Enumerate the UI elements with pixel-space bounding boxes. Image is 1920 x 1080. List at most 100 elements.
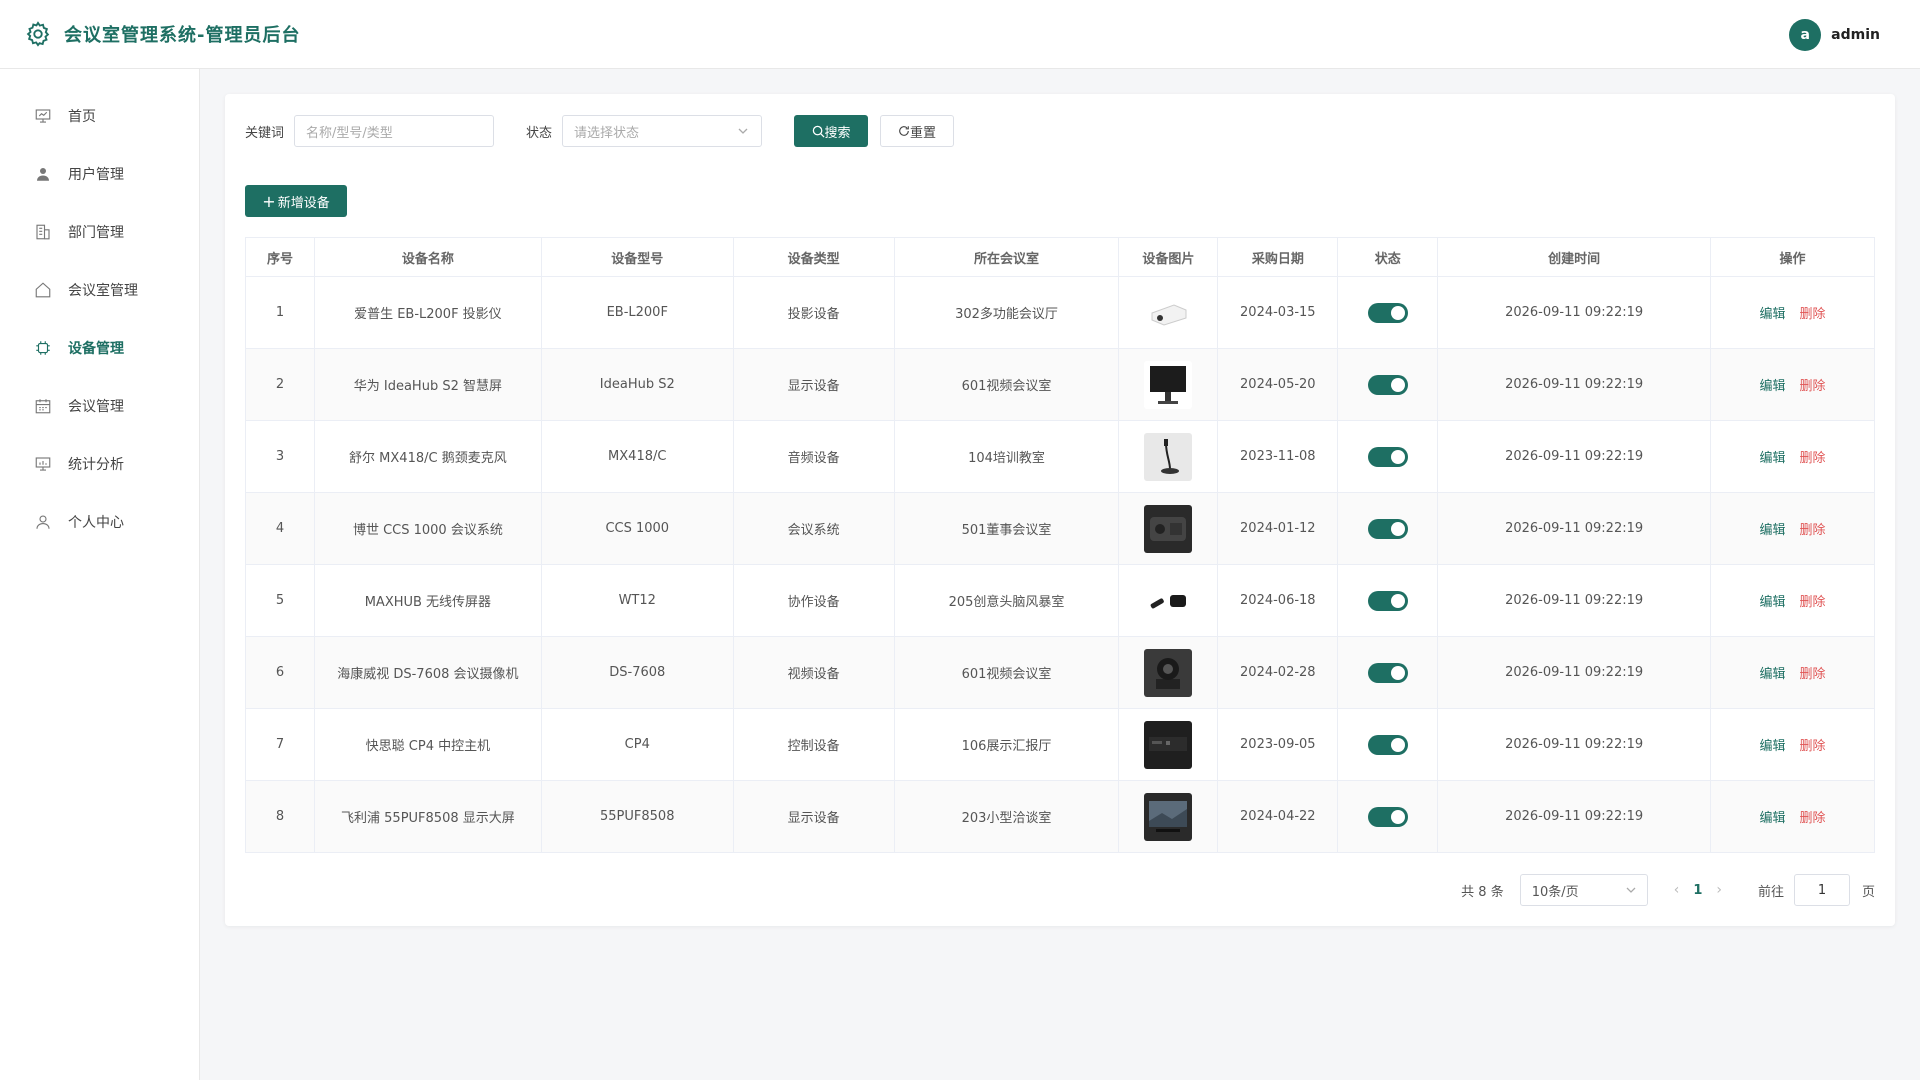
user-menu[interactable]: a admin: [1789, 0, 1880, 69]
cell-purchase-date: 2024-05-20: [1217, 348, 1339, 421]
pagination: 共 8 条 10条/页 ‹ 1 › 前往 1 页: [1461, 874, 1875, 906]
status-toggle[interactable]: [1367, 518, 1408, 539]
table-header-row: 序号 设备名称 设备型号 设备类型 所在会议室 设备图片 采购日期 状态 创建时…: [245, 237, 1875, 277]
cell-actions: 编辑 删除: [1710, 780, 1875, 853]
cell-room: 203小型洽谈室: [893, 780, 1120, 853]
cell-type: 显示设备: [732, 348, 895, 421]
sidebar-item-rooms[interactable]: 会议室管理: [0, 261, 199, 319]
chevron-down-icon: [738, 128, 748, 134]
cell-index: 2: [245, 348, 315, 421]
delete-button[interactable]: 删除: [1800, 811, 1826, 826]
cell-status: [1337, 348, 1439, 421]
table-row: 4 博世 CCS 1000 会议系统 CCS 1000 会议系统 501董事会议室 202…: [245, 492, 1875, 565]
sidebar-item-label: 个人中心: [68, 515, 124, 531]
cell-created-time: 2026-09-11 09:22:19: [1437, 780, 1712, 853]
cell-device-name: 快思聪 CP4 中控主机: [313, 708, 542, 781]
cell-actions: 编辑 删除: [1710, 564, 1875, 637]
delete-button[interactable]: 删除: [1800, 739, 1826, 754]
edit-button[interactable]: 编辑: [1760, 379, 1786, 394]
cell-model: DS-7608: [540, 636, 734, 709]
cell-image: [1118, 420, 1219, 493]
goto-page-input[interactable]: 1: [1793, 874, 1850, 906]
page-size-select[interactable]: 10条/页: [1519, 874, 1648, 906]
delete-button[interactable]: 删除: [1800, 307, 1826, 322]
user-icon: [37, 168, 49, 181]
edit-button[interactable]: 编辑: [1760, 451, 1786, 466]
chevron-down-icon: [1626, 887, 1636, 893]
sidebar-item-stats[interactable]: 统计分析: [0, 435, 199, 493]
edit-button[interactable]: 编辑: [1760, 667, 1786, 682]
search-button[interactable]: 搜索: [794, 115, 869, 147]
device-thumbnail[interactable]: [1144, 648, 1193, 697]
avatar[interactable]: a: [1789, 18, 1822, 51]
cell-actions: 编辑 删除: [1710, 348, 1875, 421]
add-device-label: 新增设备: [277, 195, 330, 211]
cell-device-name: 飞利浦 55PUF8508 显示大屏: [313, 780, 542, 853]
status-toggle[interactable]: [1367, 446, 1408, 467]
delete-button[interactable]: 删除: [1800, 523, 1826, 538]
page-number-current[interactable]: 1: [1693, 883, 1702, 898]
table-row: 3 舒尔 MX418/C 鹅颈麦克风 MX418/C 音频设备 104培训教室 2023-…: [245, 420, 1875, 493]
edit-button[interactable]: 编辑: [1760, 523, 1786, 538]
device-list-card: 关键词 名称/型号/类型 状态 请选择状态 搜索 重置 + 新增设备 序号 设备…: [225, 94, 1895, 926]
reset-button[interactable]: 重置: [880, 115, 955, 147]
status-toggle[interactable]: [1367, 374, 1408, 395]
cell-actions: 编辑 删除: [1710, 492, 1875, 565]
cell-purchase-date: 2024-06-18: [1217, 564, 1339, 637]
cell-room: 302多功能会议厅: [893, 276, 1120, 349]
column-header: 采购日期: [1217, 237, 1339, 277]
status-toggle[interactable]: [1367, 734, 1408, 755]
status-toggle[interactable]: [1367, 302, 1408, 323]
gear-icon: [26, 21, 50, 47]
device-thumbnail[interactable]: [1144, 720, 1193, 769]
keyword-input[interactable]: 名称/型号/类型: [294, 115, 495, 147]
device-thumbnail[interactable]: [1144, 504, 1193, 553]
sidebar-item-label: 统计分析: [68, 457, 124, 473]
sidebar-item-users[interactable]: 用户管理: [0, 145, 199, 203]
status-select-placeholder: 请选择状态: [574, 125, 640, 141]
add-device-button[interactable]: + 新增设备: [245, 185, 347, 217]
sidebar-item-profile[interactable]: 个人中心: [0, 493, 199, 551]
edit-button[interactable]: 编辑: [1760, 595, 1786, 610]
edit-button[interactable]: 编辑: [1760, 739, 1786, 754]
cell-created-time: 2026-09-11 09:22:19: [1437, 564, 1712, 637]
status-toggle[interactable]: [1367, 662, 1408, 683]
cell-device-name: 华为 IdeaHub S2 智慧屏: [313, 348, 542, 421]
delete-button[interactable]: 删除: [1800, 595, 1826, 610]
cell-type: 协作设备: [732, 564, 895, 637]
column-header: 操作: [1710, 237, 1875, 277]
status-toggle[interactable]: [1367, 590, 1408, 611]
sidebar-item-devices[interactable]: 设备管理: [0, 319, 199, 377]
cell-type: 音频设备: [732, 420, 895, 493]
calendar-icon: [35, 399, 51, 414]
status-toggle[interactable]: [1367, 806, 1408, 827]
edit-button[interactable]: 编辑: [1760, 811, 1786, 826]
filter-bar: 关键词 名称/型号/类型 状态 请选择状态 搜索 重置: [245, 115, 955, 147]
prev-page-button[interactable]: ‹: [1674, 882, 1680, 898]
device-thumbnail[interactable]: [1144, 360, 1193, 409]
keyword-label: 关键词: [245, 125, 285, 141]
delete-button[interactable]: 删除: [1800, 667, 1826, 682]
goto-label: 前往: [1757, 884, 1784, 900]
device-thumbnail[interactable]: [1144, 432, 1193, 481]
cell-model: CP4: [540, 708, 734, 781]
device-thumbnail[interactable]: [1144, 288, 1193, 337]
cell-created-time: 2026-09-11 09:22:19: [1437, 420, 1712, 493]
edit-button[interactable]: 编辑: [1760, 307, 1786, 322]
device-thumbnail[interactable]: [1144, 576, 1193, 625]
sidebar-item-meetings[interactable]: 会议管理: [0, 377, 199, 435]
delete-button[interactable]: 删除: [1800, 379, 1826, 394]
username[interactable]: admin: [1831, 27, 1880, 43]
cell-index: 7: [245, 708, 315, 781]
cell-type: 投影设备: [732, 276, 895, 349]
sidebar-item-departments[interactable]: 部门管理: [0, 203, 199, 261]
plus-icon: +: [262, 191, 276, 211]
cell-status: [1337, 420, 1439, 493]
next-page-button[interactable]: ›: [1716, 882, 1722, 898]
sidebar-item-home[interactable]: 首页: [0, 87, 199, 145]
device-thumbnail[interactable]: [1144, 792, 1193, 841]
table-row: 8 飞利浦 55PUF8508 显示大屏 55PUF8508 显示设备 203小型洽谈室…: [245, 780, 1875, 853]
cell-actions: 编辑 删除: [1710, 708, 1875, 781]
status-select[interactable]: 请选择状态: [562, 115, 763, 147]
delete-button[interactable]: 删除: [1800, 451, 1826, 466]
